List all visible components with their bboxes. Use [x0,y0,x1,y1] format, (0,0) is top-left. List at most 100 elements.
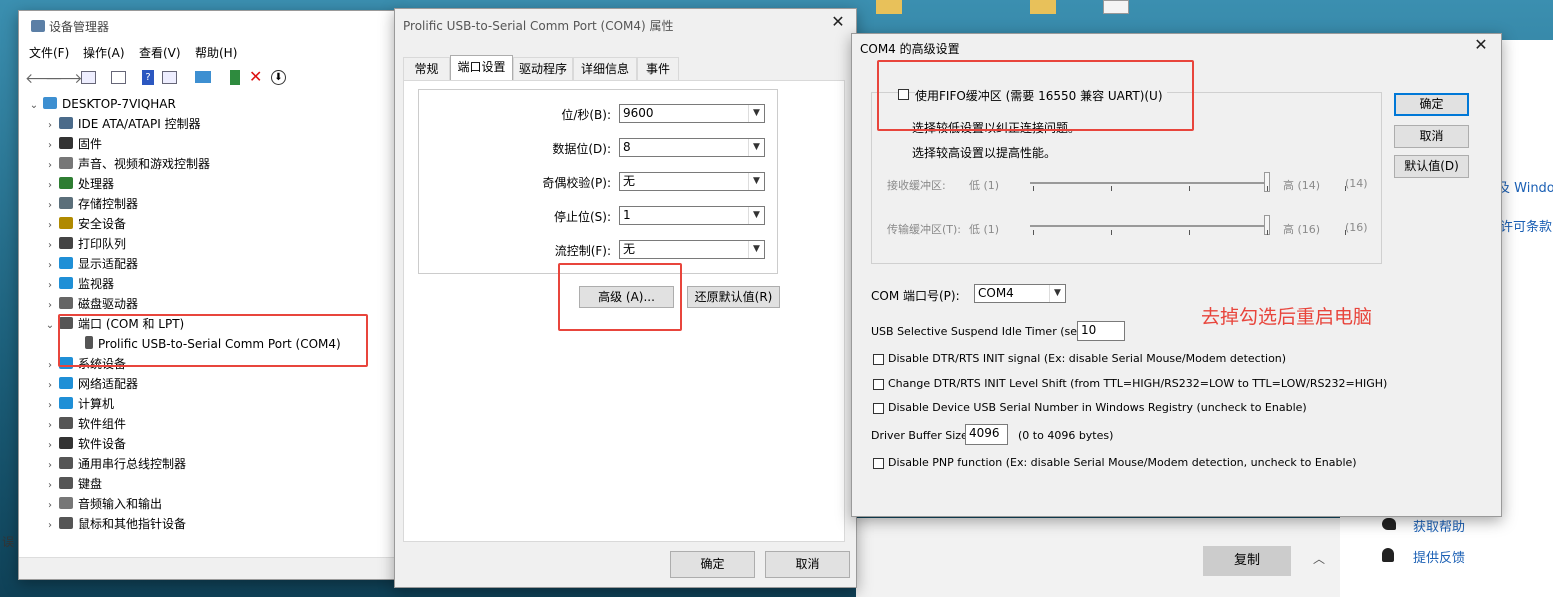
menu-file[interactable]: 文件(F) [29,44,69,61]
chevron-down-icon[interactable]: ▼ [748,241,764,258]
download-icon[interactable]: ⬇ [271,70,286,85]
com-port-select[interactable]: COM4 ▼ [974,284,1066,303]
grid-icon[interactable] [162,71,177,84]
tx-buffer-slider[interactable] [1030,225,1266,227]
tab-4[interactable]: 事件 [637,57,679,80]
expand-right-icon[interactable]: › [43,156,57,176]
dtr-shift-checkbox[interactable] [873,379,884,390]
tree-item[interactable]: › 计算机 [43,394,114,414]
menu-help[interactable]: 帮助(H) [195,44,237,61]
expand-right-icon[interactable]: › [43,256,57,276]
expand-right-icon[interactable]: › [43,456,57,476]
tree-item-label: 显示适配器 [78,257,139,271]
tree-item[interactable]: › 通用串行总线控制器 [43,454,186,474]
defaults-button[interactable]: 默认值(D) [1394,155,1469,178]
tree-item[interactable]: › 软件设备 [43,434,126,454]
pnp-label[interactable]: Disable PNP function (Ex: disable Serial… [888,456,1357,469]
expand-right-icon[interactable]: › [43,496,57,516]
serial-number-checkbox[interactable] [873,403,884,414]
expand-right-icon[interactable]: › [43,136,57,156]
expand-down-icon[interactable]: ⌄ [27,96,41,116]
tab-2[interactable]: 驱动程序 [513,57,573,80]
tree-item[interactable]: › 存储控制器 [43,194,138,214]
restore-defaults-button[interactable]: 还原默认值(R) [687,286,780,308]
buffer-size-input[interactable]: 4096 [965,424,1008,445]
forward-icon[interactable]: 🡒 [45,70,83,87]
menu-action[interactable]: 操作(A) [83,44,125,61]
document-icon[interactable] [1103,0,1129,14]
tab-1[interactable]: 端口设置 [450,55,513,81]
close-icon[interactable]: ✕ [830,14,846,31]
cancel-button[interactable]: 取消 [765,551,850,578]
update-driver-icon[interactable] [230,70,240,85]
rx-high-label: 高 (14) [1283,179,1321,192]
field-select[interactable]: 9600 ▼ [619,104,765,123]
tree-item[interactable]: › 音频输入和输出 [43,494,162,514]
suspend-timer-input[interactable]: 10 [1077,321,1125,341]
advanced-ok-button[interactable]: 确定 [1394,93,1469,116]
tree-item[interactable]: › 显示适配器 [43,254,138,274]
expand-right-icon[interactable]: › [43,356,57,376]
serial-number-label[interactable]: Disable Device USB Serial Number in Wind… [888,401,1307,414]
tree-root[interactable]: ⌄ DESKTOP-7VIQHAR [27,94,176,114]
tree-item[interactable]: › 安全设备 [43,214,126,234]
tree-item[interactable]: › 固件 [43,134,102,154]
expand-right-icon[interactable]: › [43,516,57,536]
chevron-down-icon[interactable]: ▼ [1049,285,1065,302]
tree-item[interactable]: › 网络适配器 [43,374,138,394]
expand-right-icon[interactable]: › [43,196,57,216]
folder-icon[interactable] [1030,0,1056,14]
chevron-down-icon[interactable]: ▼ [748,105,764,122]
chevron-down-icon[interactable]: ▼ [748,173,764,190]
expand-right-icon[interactable]: › [43,476,57,496]
expand-right-icon[interactable]: › [43,276,57,296]
tree-item[interactable]: › 声音、视频和游戏控制器 [43,154,210,174]
pnp-checkbox[interactable] [873,458,884,469]
field-select[interactable]: 无 ▼ [619,240,765,259]
expand-right-icon[interactable]: › [43,176,57,196]
field-select[interactable]: 8 ▼ [619,138,765,157]
expand-right-icon[interactable]: › [43,216,57,236]
properties-icon[interactable] [81,71,96,84]
tree-item[interactable]: › 打印队列 [43,234,126,254]
expand-right-icon[interactable]: › [43,236,57,256]
copy-button[interactable]: 复制 [1203,546,1291,576]
rx-buffer-slider[interactable] [1030,182,1266,184]
tab-3[interactable]: 详细信息 [573,57,637,80]
folder-icon[interactable] [876,0,902,14]
get-help-link[interactable]: 获取帮助 [1413,516,1465,535]
field-select[interactable]: 无 ▼ [619,172,765,191]
expand-right-icon[interactable]: › [43,116,57,136]
expand-right-icon[interactable]: › [43,416,57,436]
expand-right-icon[interactable]: › [43,296,57,316]
chevron-down-icon[interactable]: ▼ [748,207,764,224]
uninstall-icon[interactable]: ✕ [249,67,262,86]
tree-item[interactable]: › 软件组件 [43,414,126,434]
close-icon[interactable]: ✕ [1473,37,1489,54]
list-icon[interactable] [111,71,126,84]
expand-right-icon[interactable]: › [43,376,57,396]
feedback-link[interactable]: 提供反馈 [1413,547,1465,566]
monitor-icon[interactable] [195,71,211,83]
tree-item[interactable]: › 磁盘驱动器 [43,294,138,314]
advanced-cancel-button[interactable]: 取消 [1394,125,1469,148]
expand-right-icon[interactable]: › [43,396,57,416]
dtr-init-checkbox[interactable] [873,354,884,365]
chevron-down-icon[interactable]: ▼ [748,139,764,156]
expand-right-icon[interactable]: › [43,436,57,456]
ok-button[interactable]: 确定 [670,551,755,578]
tree-item[interactable]: › 监视器 [43,274,114,294]
help-book-icon[interactable]: ? [142,70,154,85]
chevron-up-icon[interactable]: ︿ [1312,550,1326,566]
tree-item[interactable]: › IDE ATA/ATAPI 控制器 [43,114,201,134]
tree-item[interactable]: › 键盘 [43,474,102,494]
expand-down-icon[interactable]: ⌄ [43,316,57,336]
dtr-init-label[interactable]: Disable DTR/RTS INIT signal (Ex: disable… [888,352,1286,365]
tab-0[interactable]: 常规 [403,57,450,80]
menu-view[interactable]: 查看(V) [139,44,181,61]
dtr-shift-label[interactable]: Change DTR/RTS INIT Level Shift (from TT… [888,377,1387,390]
tree-item-label: 音频输入和输出 [78,497,163,511]
tree-item[interactable]: › 鼠标和其他指针设备 [43,514,186,534]
tree-item[interactable]: › 处理器 [43,174,114,194]
field-select[interactable]: 1 ▼ [619,206,765,225]
